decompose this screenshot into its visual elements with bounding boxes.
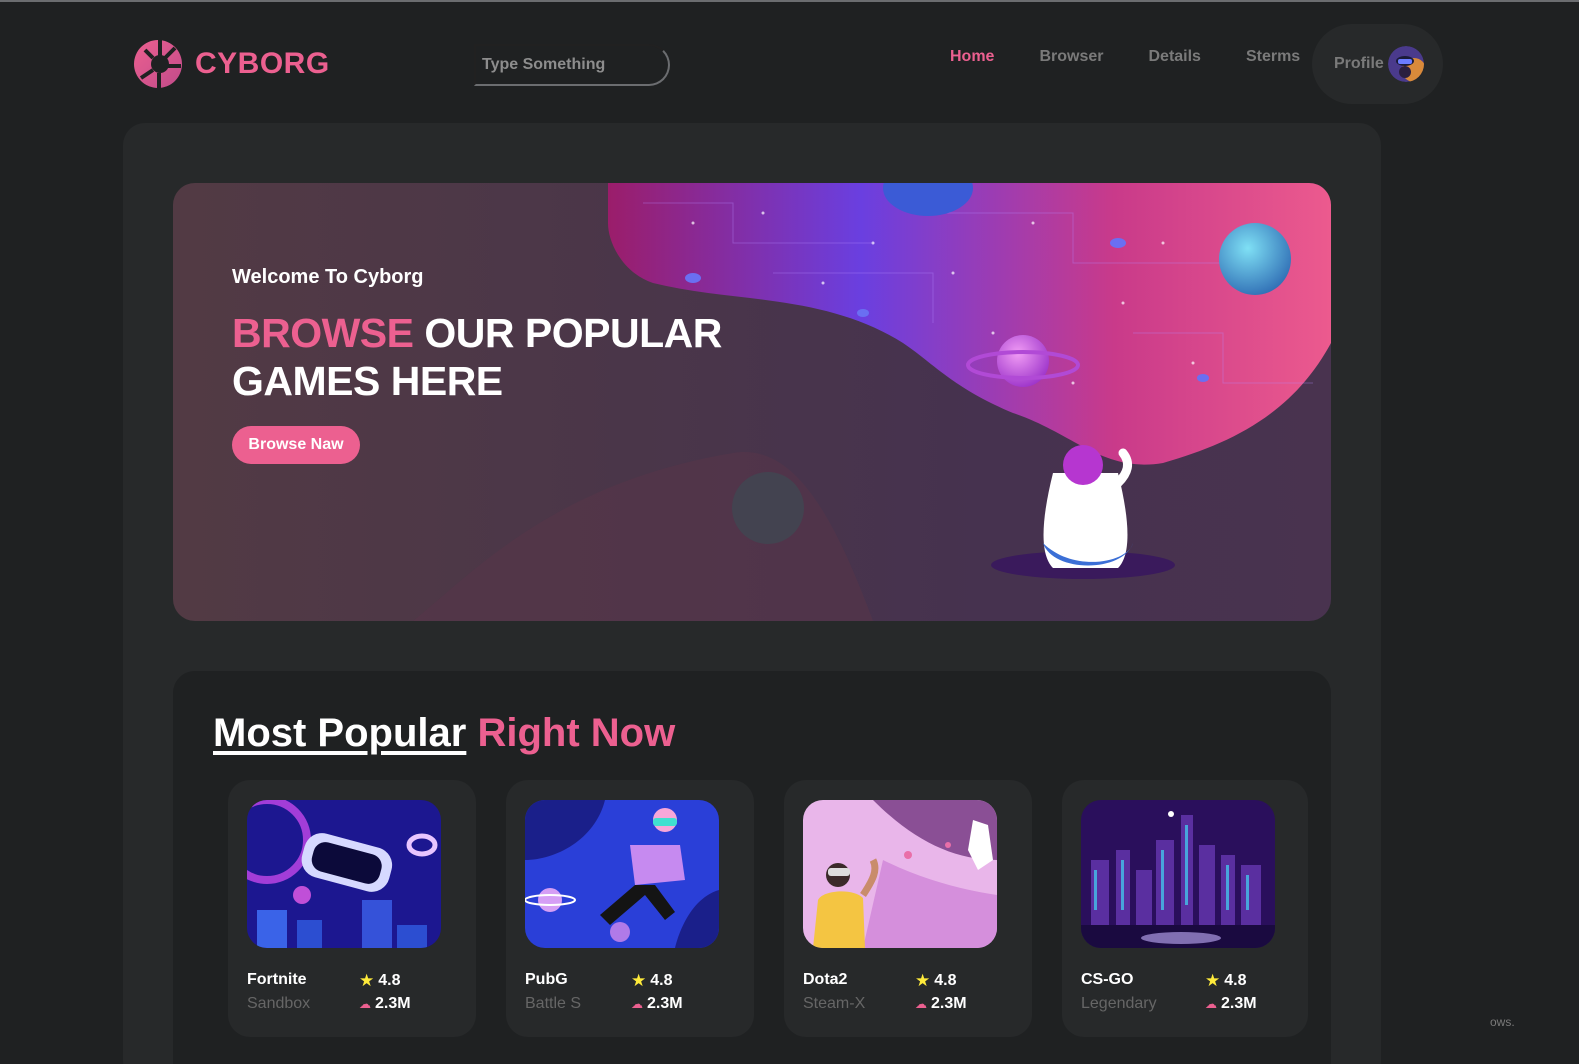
- game-name: Fortnite: [247, 971, 307, 988]
- banner-title-line2: GAMES HERE: [232, 358, 503, 404]
- banner-title-rest: OUR POPULAR: [413, 310, 722, 356]
- heading-main: Most Popular: [213, 711, 467, 755]
- banner-title-highlight: BROWSE: [232, 310, 414, 356]
- game-name: PubG: [525, 971, 568, 988]
- nav-sterms[interactable]: Sterms: [1246, 48, 1300, 66]
- nav-home[interactable]: Home: [950, 48, 994, 66]
- game-category: Steam-X: [803, 995, 866, 1012]
- game-downloads: ☁ 2.3M: [1205, 995, 1257, 1013]
- downloads-value: 2.3M: [375, 995, 411, 1012]
- search-input[interactable]: [474, 44, 670, 86]
- game-category: Battle S: [525, 995, 582, 1012]
- banner-title: BROWSE OUR POPULAR GAMES HERE: [232, 309, 722, 405]
- downloads-value: 2.3M: [1221, 995, 1257, 1012]
- section-heading: Most Popular Right Now: [213, 711, 675, 756]
- most-popular-section: Most Popular Right Now Fortnite Sandbox …: [173, 671, 1331, 1064]
- game-downloads: ☁ 2.3M: [631, 995, 683, 1013]
- game-name: CS-GO: [1081, 971, 1134, 988]
- rating-value: 4.8: [378, 972, 401, 989]
- logo-text: CYBORG: [195, 47, 330, 80]
- download-icon: ☁: [359, 997, 371, 1011]
- star-icon: ★: [1205, 971, 1221, 990]
- main-nav: Home Browser Details Sterms: [950, 48, 1345, 66]
- game-rating: ★ 4.8: [1205, 971, 1247, 991]
- game-card-pubg[interactable]: PubG Battle S ★ 4.8 ☁ 2.3M: [506, 780, 754, 1037]
- game-card-csgo[interactable]: CS-GO Legendary ★ 4.8 ☁ 2.3M: [1062, 780, 1308, 1037]
- game-name: Dota2: [803, 971, 848, 988]
- download-icon: ☁: [1205, 997, 1217, 1011]
- downloads-value: 2.3M: [931, 995, 967, 1012]
- game-card-dota2[interactable]: Dota2 Steam-X ★ 4.8 ☁ 2.3M: [784, 780, 1032, 1037]
- profile-button[interactable]: Profile: [1312, 24, 1443, 104]
- star-icon: ★: [631, 971, 647, 990]
- game-rating: ★ 4.8: [915, 971, 957, 991]
- rating-value: 4.8: [1224, 972, 1247, 989]
- rating-value: 4.8: [934, 972, 957, 989]
- game-thumbnail: [803, 800, 997, 948]
- star-icon: ★: [359, 971, 375, 990]
- heading-accent: Right Now: [477, 711, 676, 755]
- game-category: Legendary: [1081, 995, 1157, 1012]
- browse-now-button[interactable]: Browse Naw: [232, 426, 360, 464]
- download-icon: ☁: [915, 997, 927, 1011]
- nav-browser[interactable]: Browser: [1039, 48, 1103, 66]
- cyborg-logo-icon: [134, 40, 182, 88]
- game-rating: ★ 4.8: [359, 971, 401, 991]
- game-thumbnail: [525, 800, 719, 948]
- game-downloads: ☁ 2.3M: [359, 995, 411, 1013]
- rating-value: 4.8: [650, 972, 673, 989]
- game-thumbnail: [1081, 800, 1275, 948]
- corner-text: ows.: [1490, 1015, 1515, 1029]
- game-thumbnail: [247, 800, 441, 948]
- star-icon: ★: [915, 971, 931, 990]
- download-icon: ☁: [631, 997, 643, 1011]
- downloads-value: 2.3M: [647, 995, 683, 1012]
- banner-subtitle: Welcome To Cyborg: [232, 266, 424, 288]
- game-downloads: ☁ 2.3M: [915, 995, 967, 1013]
- logo[interactable]: CYBORG: [133, 38, 330, 90]
- profile-label: Profile: [1334, 55, 1384, 72]
- game-rating: ★ 4.8: [631, 971, 673, 991]
- game-category: Sandbox: [247, 995, 311, 1012]
- hero-banner: Welcome To Cyborg BROWSE OUR POPULAR GAM…: [173, 183, 1331, 621]
- avatar: [1387, 46, 1424, 82]
- game-card-fortnite[interactable]: Fortnite Sandbox ★ 4.8 ☁ 2.3M: [228, 780, 476, 1037]
- nav-details[interactable]: Details: [1148, 48, 1200, 66]
